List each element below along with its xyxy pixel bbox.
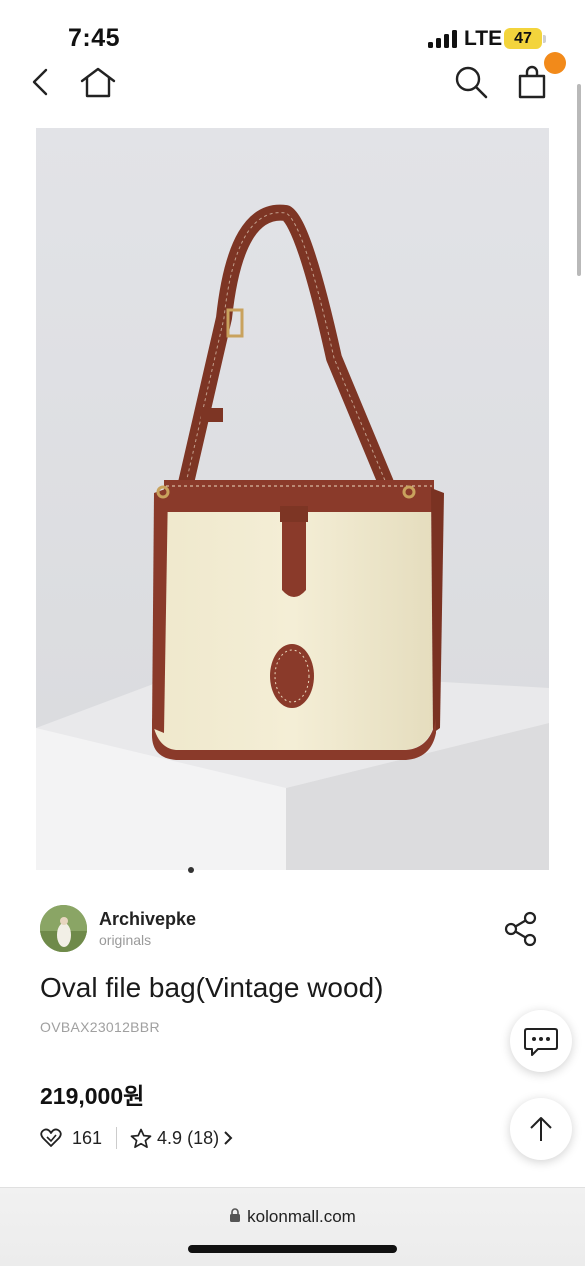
back-button[interactable]: [22, 60, 58, 104]
scroll-top-button[interactable]: [510, 1098, 572, 1160]
share-icon: [504, 911, 537, 947]
share-button[interactable]: [502, 910, 540, 948]
chat-button[interactable]: [510, 1010, 572, 1072]
product-price: 219,000원: [40, 1083, 145, 1109]
brand-name[interactable]: Archivepke: [99, 909, 196, 930]
home-indicator: [188, 1245, 397, 1253]
heart-icon[interactable]: [40, 1128, 62, 1148]
cart-badge: [544, 52, 566, 74]
product-meta: 161 4.9 (18): [40, 1125, 234, 1151]
product-code: OVBAX23012BBR: [40, 1019, 160, 1035]
scrollbar[interactable]: [577, 84, 581, 276]
home-button[interactable]: [76, 60, 120, 104]
chat-icon: [524, 1028, 558, 1056]
star-icon: [130, 1128, 152, 1148]
review-count[interactable]: (18): [187, 1128, 219, 1149]
signal-icon: [428, 30, 458, 48]
top-nav: [0, 60, 585, 110]
network-label: LTE: [464, 27, 503, 50]
product-image[interactable]: [36, 128, 549, 870]
lock-icon: [230, 1208, 241, 1222]
brand-avatar[interactable]: [40, 905, 87, 952]
status-bar: 7:45 LTE 47: [0, 0, 585, 62]
arrow-up-icon: [530, 1117, 552, 1141]
search-button[interactable]: [450, 60, 492, 104]
home-icon: [80, 67, 116, 98]
likes-count: 161: [72, 1127, 103, 1148]
status-time: 7:45: [68, 24, 121, 52]
shopping-bag-icon: [518, 65, 546, 99]
url-text: kolonmall.com: [247, 1207, 356, 1226]
rating-value[interactable]: 4.9: [157, 1128, 182, 1149]
battery-icon: 47: [504, 28, 542, 49]
avatar-photo: [40, 905, 87, 952]
chevron-right-icon[interactable]: [222, 1130, 234, 1146]
carousel-indicator: [188, 867, 194, 873]
battery-tip: [543, 35, 546, 43]
brand-subtitle: originals: [99, 932, 152, 948]
url-bar[interactable]: kolonmall.com: [0, 1207, 585, 1227]
product-title: Oval file bag(Vintage wood): [40, 972, 384, 1003]
bag-photo: [36, 128, 549, 870]
search-icon: [455, 66, 488, 99]
chevron-left-icon: [32, 68, 48, 96]
divider: [116, 1127, 118, 1149]
